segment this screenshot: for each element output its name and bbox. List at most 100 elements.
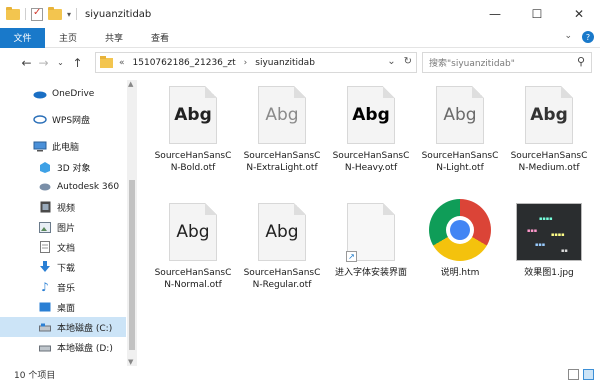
font-preview: Abg bbox=[530, 105, 568, 125]
tab-share[interactable]: 共享 bbox=[91, 31, 137, 44]
sidebar-scrollbar[interactable]: ▲ ▼ bbox=[127, 80, 137, 366]
address-bar[interactable]: « 1510762186_21236_zt › siyuanzitidab ⌄ … bbox=[95, 52, 417, 73]
file-item[interactable]: Abg SourceHanSansCN-Light.otf bbox=[417, 86, 503, 174]
sidebar-item-documents[interactable]: 文档 bbox=[0, 237, 126, 257]
font-file-icon: Abg bbox=[258, 86, 306, 144]
breadcrumb-overflow[interactable]: « bbox=[119, 58, 125, 68]
file-item[interactable]: ↗ 进入字体安装界面 bbox=[328, 203, 414, 279]
file-item[interactable]: Abg SourceHanSansCN-Medium.otf bbox=[506, 86, 592, 174]
help-icon[interactable]: ? bbox=[582, 31, 594, 43]
desktop-icon bbox=[38, 301, 52, 313]
file-name: SourceHanSansCN-Regular.otf bbox=[243, 268, 321, 290]
file-list: Abg SourceHanSansCN-Bold.otf Abg SourceH… bbox=[140, 78, 600, 366]
3d-objects-icon bbox=[38, 161, 52, 173]
folder-icon bbox=[100, 55, 113, 68]
sidebar-item-drive-d[interactable]: 本地磁盘 (D:) bbox=[0, 337, 126, 357]
breadcrumb-separator-icon[interactable]: › bbox=[244, 58, 248, 68]
sidebar-item-this-pc[interactable]: 此电脑 bbox=[0, 136, 126, 156]
search-icon[interactable]: ⚲ bbox=[577, 55, 585, 68]
sidebar-item-music[interactable]: ♪ 音乐 bbox=[0, 277, 126, 297]
forward-icon[interactable]: → bbox=[35, 56, 52, 70]
shortcut-file-icon: ↗ bbox=[346, 203, 395, 262]
window-controls: — ☐ ✕ bbox=[474, 0, 600, 28]
sidebar-item-label: 桌面 bbox=[57, 303, 76, 314]
file-name: SourceHanSansCN-Medium.otf bbox=[510, 151, 588, 173]
sidebar-item-label: Autodesk 360 bbox=[57, 182, 120, 192]
new-folder-icon[interactable] bbox=[48, 6, 62, 20]
sidebar-item-3d-objects[interactable]: 3D 对象 bbox=[0, 157, 126, 177]
scrollbar-thumb[interactable] bbox=[129, 180, 135, 350]
font-file-icon: Abg bbox=[169, 203, 217, 261]
address-controls: ⌄ ↻ bbox=[387, 56, 412, 67]
up-icon[interactable]: ↑ bbox=[69, 56, 86, 70]
minimize-button[interactable]: — bbox=[474, 0, 516, 28]
view-toggle bbox=[568, 369, 594, 380]
font-preview: Abg bbox=[265, 105, 299, 125]
maximize-button[interactable]: ☐ bbox=[516, 0, 558, 28]
large-icons-view-icon[interactable] bbox=[583, 369, 594, 380]
file-item[interactable]: ▪▪▪▪ ▪▪▪ ▪▪▪▪ ▪▪▪ ▪▪ 效果图1.jpg bbox=[506, 203, 592, 279]
sidebar-item-pictures[interactable]: 图片 bbox=[0, 217, 126, 237]
sidebar-item-autodesk-360[interactable]: Autodesk 360 bbox=[0, 177, 126, 197]
file-item[interactable]: 说明.htm bbox=[417, 199, 503, 279]
quick-access-toolbar: ▾ bbox=[0, 6, 78, 21]
sidebar-item-drive-c[interactable]: 本地磁盘 (C:) bbox=[0, 317, 126, 337]
sidebar-item-label: 音乐 bbox=[57, 283, 76, 294]
sidebar-item-label: 下载 bbox=[57, 263, 76, 274]
sidebar-item-label: 本地磁盘 (D:) bbox=[57, 343, 113, 354]
image-thumbnail: ▪▪▪▪ ▪▪▪ ▪▪▪▪ ▪▪▪ ▪▪ bbox=[516, 203, 582, 261]
navigation-bar: ← → ⌄ ↑ « 1510762186_21236_zt › siyuanzi… bbox=[0, 49, 600, 76]
font-preview: Abg bbox=[176, 222, 210, 242]
divider bbox=[76, 8, 78, 20]
breadcrumb-item[interactable]: siyuanzitidab bbox=[255, 58, 315, 68]
chrome-icon bbox=[429, 199, 491, 261]
breadcrumb-item[interactable]: 1510762186_21236_zt bbox=[133, 58, 236, 68]
window-title: siyuanzitidab bbox=[85, 8, 152, 20]
file-item[interactable]: Abg SourceHanSansCN-Heavy.otf bbox=[328, 86, 414, 174]
folder-icon bbox=[6, 6, 20, 20]
file-name: SourceHanSansCN-Normal.otf bbox=[154, 268, 232, 290]
ribbon-controls: ⌄ ? bbox=[564, 31, 594, 43]
close-button[interactable]: ✕ bbox=[558, 0, 600, 28]
font-preview: Abg bbox=[174, 105, 212, 125]
shortcut-arrow-icon: ↗ bbox=[346, 251, 357, 262]
customize-toolbar-icon[interactable]: ▾ bbox=[67, 10, 71, 19]
address-history-icon[interactable]: ⌄ bbox=[387, 56, 395, 67]
font-file-icon: Abg bbox=[436, 86, 484, 144]
file-name: 进入字体安装界面 bbox=[334, 268, 407, 278]
computer-icon bbox=[33, 140, 47, 152]
file-name: 效果图1.jpg bbox=[524, 268, 574, 278]
search-input[interactable]: 搜索"siyuanzitidab" ⚲ bbox=[422, 52, 592, 73]
sidebar-item-label: 3D 对象 bbox=[57, 163, 91, 174]
file-item[interactable]: Abg SourceHanSansCN-Bold.otf bbox=[150, 86, 236, 174]
refresh-icon[interactable]: ↻ bbox=[404, 56, 412, 67]
tab-view[interactable]: 查看 bbox=[137, 31, 183, 44]
wps-cloud-icon bbox=[33, 113, 47, 125]
tab-file[interactable]: 文件 bbox=[0, 27, 45, 48]
status-bar: 10 个项目 bbox=[0, 366, 600, 383]
navigation-pane: OneDrive WPS网盘 此电脑 3D 对象 Autodesk 360 视频… bbox=[0, 80, 126, 366]
properties-icon[interactable] bbox=[31, 7, 43, 21]
font-file-icon: Abg bbox=[258, 203, 306, 261]
scroll-up-icon[interactable]: ▲ bbox=[128, 80, 133, 88]
details-view-icon[interactable] bbox=[568, 369, 579, 380]
scroll-down-icon[interactable]: ▼ bbox=[128, 358, 133, 366]
back-icon[interactable]: ← bbox=[18, 56, 35, 70]
sidebar-item-onedrive[interactable]: OneDrive bbox=[0, 84, 126, 104]
sidebar-item-label: 图片 bbox=[57, 223, 76, 234]
download-icon bbox=[38, 261, 52, 273]
font-preview: Abg bbox=[265, 222, 299, 242]
file-item[interactable]: Abg SourceHanSansCN-Regular.otf bbox=[239, 203, 325, 291]
sidebar-item-label: 本地磁盘 (C:) bbox=[57, 323, 113, 334]
file-item[interactable]: Abg SourceHanSansCN-Normal.otf bbox=[150, 203, 236, 291]
expand-ribbon-icon[interactable]: ⌄ bbox=[564, 31, 572, 43]
pictures-icon bbox=[38, 221, 52, 233]
recent-locations-icon[interactable]: ⌄ bbox=[52, 58, 69, 67]
file-item[interactable]: Abg SourceHanSansCN-ExtraLight.otf bbox=[239, 86, 325, 174]
sidebar-item-wps[interactable]: WPS网盘 bbox=[0, 109, 126, 129]
sidebar-item-desktop[interactable]: 桌面 bbox=[0, 297, 126, 317]
tab-home[interactable]: 主页 bbox=[45, 31, 91, 44]
autodesk-icon bbox=[38, 181, 52, 193]
sidebar-item-downloads[interactable]: 下载 bbox=[0, 257, 126, 277]
sidebar-item-videos[interactable]: 视频 bbox=[0, 197, 126, 217]
